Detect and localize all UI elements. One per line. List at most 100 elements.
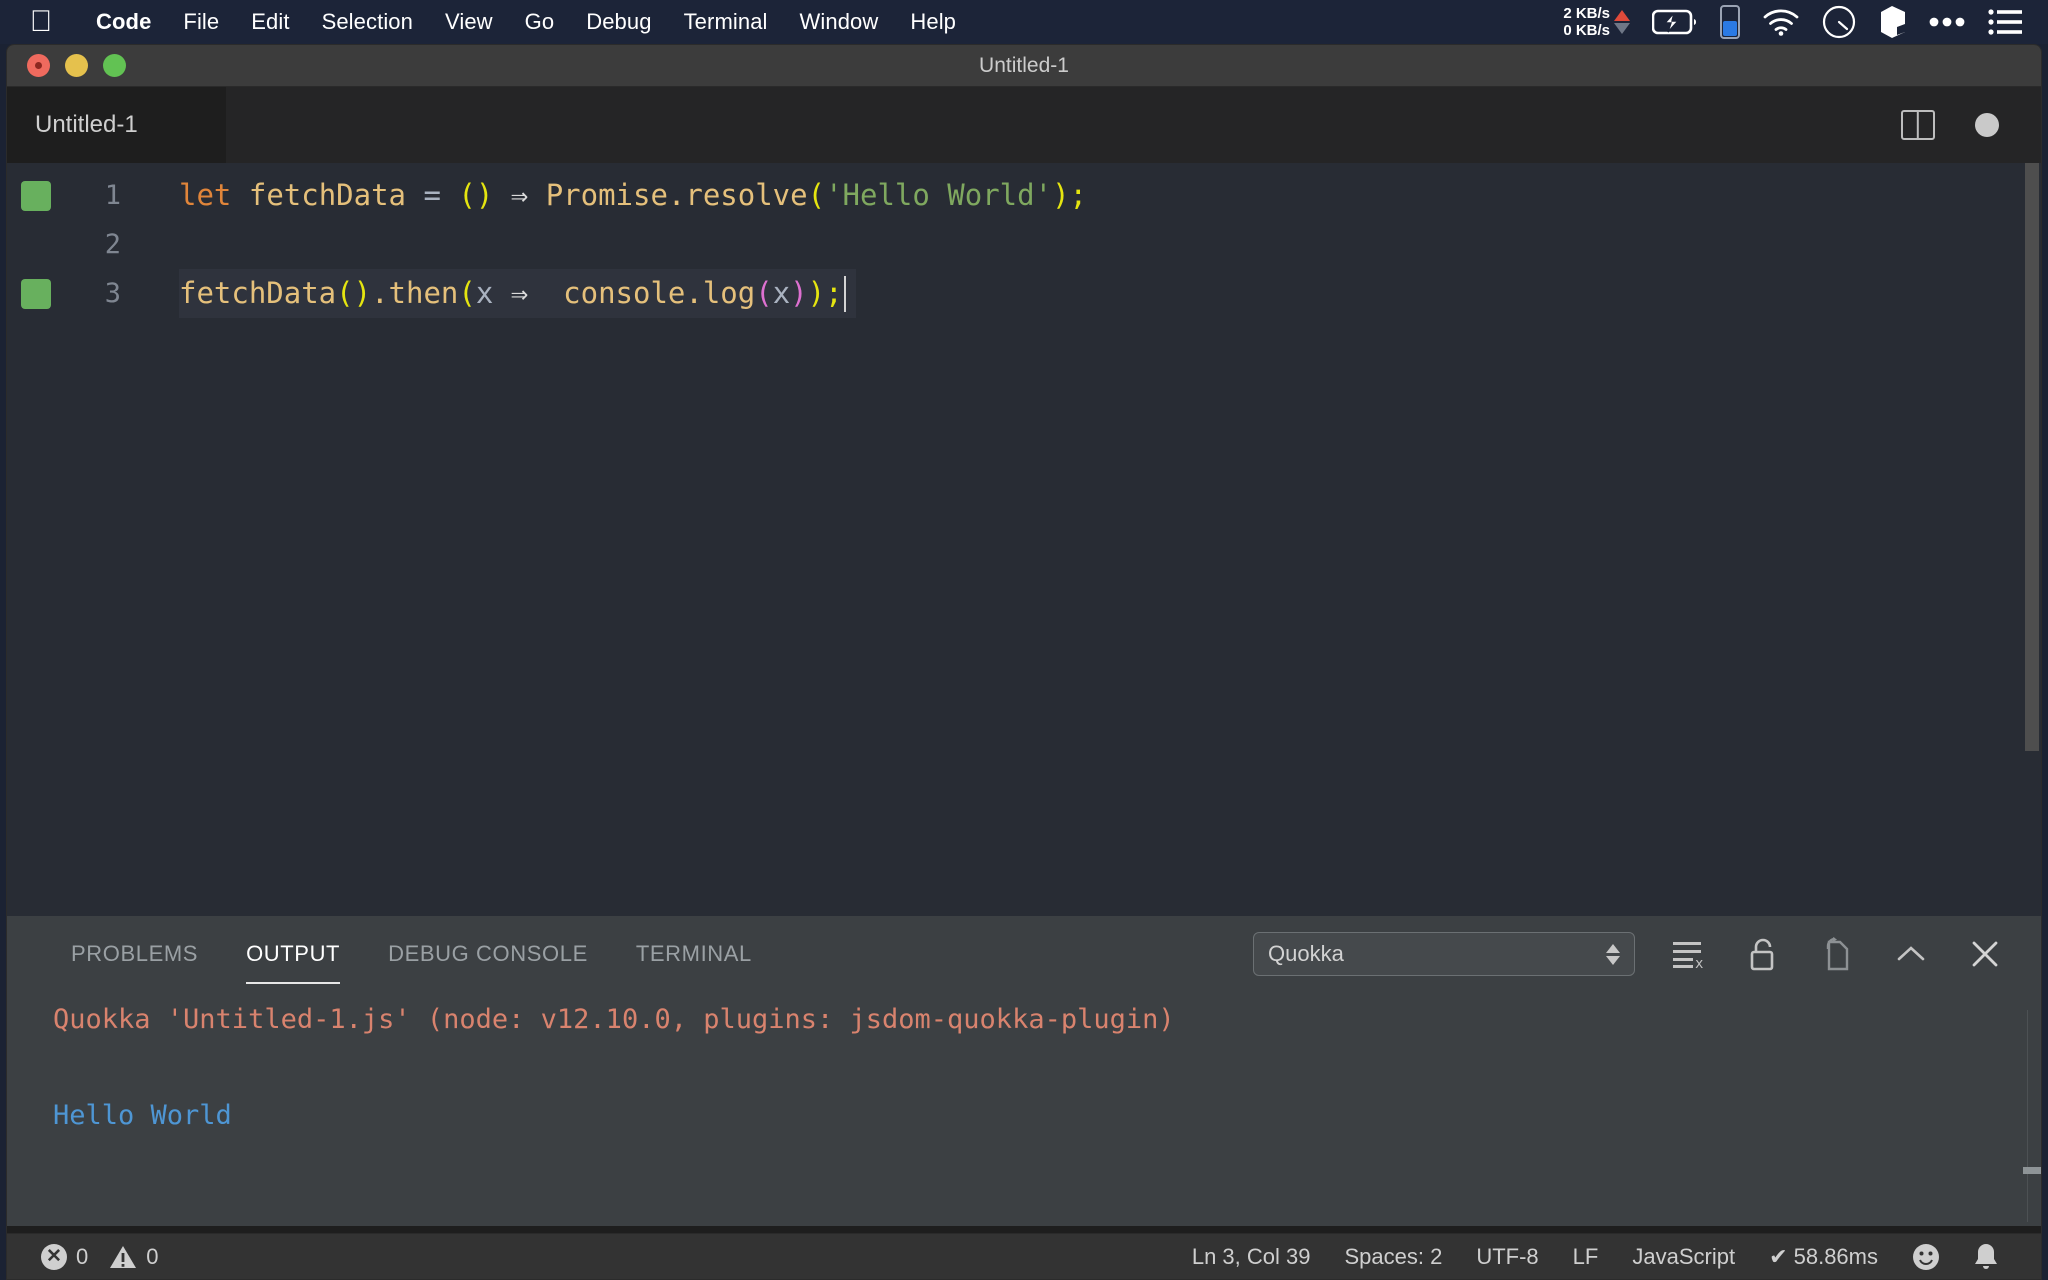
editor-tab-untitled-1[interactable]: Untitled-1: [7, 87, 227, 163]
token-arg-x: x: [773, 269, 790, 318]
output-channel-value: Quokka: [1268, 941, 1344, 967]
menu-item-help[interactable]: Help: [894, 9, 972, 35]
token-paren-open-outer: (: [458, 269, 475, 318]
split-editor-icon[interactable]: [1901, 110, 1935, 140]
unsaved-dot-icon[interactable]: [1975, 113, 1999, 137]
menu-item-edit[interactable]: Edit: [235, 9, 305, 35]
maximize-panel-icon[interactable]: [1891, 934, 1931, 974]
menu-bar-status-area: 2 KB/s 0 KB/s: [1563, 0, 2048, 44]
code-line-3[interactable]: 3 fetchData().then(x ⇒ console.log(x));: [7, 269, 2041, 318]
token-method-then: .then: [371, 269, 458, 318]
tab-terminal-label: TERMINAL: [636, 941, 752, 967]
cursor-position[interactable]: Ln 3, Col 39: [1175, 1244, 1328, 1270]
menu-item-go[interactable]: Go: [509, 9, 571, 35]
tab-debug-console-label: DEBUG CONSOLE: [388, 941, 588, 967]
menu-item-file[interactable]: File: [167, 9, 235, 35]
network-speed-indicator[interactable]: 2 KB/s 0 KB/s: [1563, 5, 1630, 39]
tab-problems[interactable]: PROBLEMS: [47, 916, 222, 992]
menu-item-view[interactable]: View: [429, 9, 509, 35]
quokka-execution-time[interactable]: ✔ 58.86ms: [1752, 1244, 1895, 1270]
token-semicolon: ;: [825, 269, 842, 318]
lock-scroll-icon[interactable]: [1743, 934, 1783, 974]
token-paren-close-inner: ): [790, 269, 807, 318]
problems-status[interactable]: ✕ 0 0: [35, 1244, 165, 1270]
panel-header: PROBLEMS OUTPUT DEBUG CONSOLE TERMINAL Q…: [7, 916, 2041, 992]
bottom-panel: PROBLEMS OUTPUT DEBUG CONSOLE TERMINAL Q…: [7, 916, 2041, 1226]
line-number: 2: [51, 229, 121, 260]
apple-logo-icon[interactable]: : [28, 7, 54, 37]
panel-actions: Quokka x: [1253, 932, 2041, 976]
tab-terminal[interactable]: TERMINAL: [612, 916, 776, 992]
menu-item-debug[interactable]: Debug: [570, 9, 667, 35]
clock-icon[interactable]: [1822, 5, 1856, 39]
code-editor[interactable]: 1 let fetchData = () ⇒ Promise.resolve('…: [7, 163, 2041, 916]
traffic-light-group: [7, 54, 126, 77]
ellipsis-icon[interactable]: [1928, 16, 1966, 28]
list-menu-icon[interactable]: [1988, 9, 2022, 35]
token-promise-resolve: Promise.resolve: [546, 171, 808, 220]
token-param-x: x: [476, 269, 493, 318]
menu-item-code[interactable]: Code: [80, 9, 167, 35]
quokka-coverage-indicator: [21, 279, 51, 309]
smiley-icon[interactable]: [1895, 1242, 1957, 1272]
tab-output[interactable]: OUTPUT: [222, 916, 364, 992]
tab-debug-console[interactable]: DEBUG CONSOLE: [364, 916, 612, 992]
code-text-line-3: fetchData().then(x ⇒ console.log(x));: [179, 269, 856, 318]
battery-charging-icon[interactable]: [1652, 9, 1698, 35]
window-title: Untitled-1: [7, 54, 2041, 78]
bell-icon[interactable]: [1957, 1242, 2015, 1272]
close-panel-icon[interactable]: [1965, 934, 2005, 974]
editor-scrollbar-thumb[interactable]: [2025, 163, 2039, 751]
battery-level-icon[interactable]: [1720, 5, 1740, 39]
code-line-2[interactable]: 2: [7, 220, 2041, 269]
language-mode[interactable]: JavaScript: [1615, 1244, 1752, 1270]
panel-scrollbar-marker[interactable]: [2023, 1167, 2041, 1174]
menu-item-selection[interactable]: Selection: [306, 9, 429, 35]
chevron-updown-icon: [1606, 944, 1620, 965]
eol-setting[interactable]: LF: [1556, 1244, 1616, 1270]
output-line-quokka-header: Quokka 'Untitled-1.js' (node: v12.10.0, …: [53, 996, 2041, 1044]
output-channel-select[interactable]: Quokka: [1253, 932, 1635, 976]
editor-actions: [1901, 87, 2041, 163]
vscode-window: Untitled-1 Untitled-1 1 let fetchData = …: [6, 44, 2042, 1280]
token-semicolon: ;: [1070, 171, 1087, 220]
status-bar-left: ✕ 0 0: [7, 1244, 165, 1270]
error-count: 0: [76, 1244, 88, 1270]
status-bar: ✕ 0 0 Ln 3, Col 39 Spaces: 2 UTF-8 LF Ja…: [7, 1233, 2041, 1279]
indentation-setting[interactable]: Spaces: 2: [1327, 1244, 1459, 1270]
network-upload-speed: 2 KB/s: [1563, 5, 1610, 22]
code-text-line-1: let fetchData = () ⇒ Promise.resolve('He…: [179, 171, 1097, 220]
token-call-fetchdata: fetchData: [179, 269, 336, 318]
output-line-blank: [53, 1044, 2041, 1092]
editor-tab-bar: Untitled-1: [7, 87, 2041, 163]
editor-vertical-scrollbar[interactable]: [2023, 163, 2041, 916]
token-parens-call: (): [336, 269, 371, 318]
menu-item-window[interactable]: Window: [784, 9, 895, 35]
token-keyword-let: let: [179, 171, 231, 220]
token-paren-close-outer: ): [808, 269, 825, 318]
token-console-log: console.log: [546, 269, 756, 318]
code-line-1[interactable]: 1 let fetchData = () ⇒ Promise.resolve('…: [7, 171, 2041, 220]
quokka-coverage-indicator: [21, 181, 51, 211]
text-cursor: [844, 276, 846, 312]
panel-scrollbar[interactable]: [2023, 992, 2041, 1226]
maximize-window-button[interactable]: [103, 54, 126, 77]
warning-count: 0: [146, 1244, 158, 1270]
open-in-editor-icon[interactable]: [1817, 934, 1857, 974]
output-content[interactable]: Quokka 'Untitled-1.js' (node: v12.10.0, …: [7, 992, 2041, 1226]
menu-item-terminal[interactable]: Terminal: [668, 9, 784, 35]
macos-menu-bar:  Code File Edit Selection View Go Debug…: [0, 0, 2048, 44]
close-window-button[interactable]: [27, 54, 50, 77]
token-paren-open: (: [808, 171, 825, 220]
minimize-window-button[interactable]: [65, 54, 88, 77]
wifi-icon[interactable]: [1762, 8, 1800, 36]
encoding-setting[interactable]: UTF-8: [1459, 1244, 1555, 1270]
cube-icon[interactable]: [1878, 5, 1906, 39]
token-paren-open-inner: (: [755, 269, 772, 318]
error-icon: ✕: [41, 1244, 67, 1270]
token-paren-close: ): [1052, 171, 1069, 220]
token-string-hello-world: 'Hello World': [825, 171, 1052, 220]
panel-tab-list: PROBLEMS OUTPUT DEBUG CONSOLE TERMINAL: [7, 916, 776, 992]
tab-problems-label: PROBLEMS: [71, 941, 198, 967]
clear-output-icon[interactable]: x: [1669, 934, 1709, 974]
